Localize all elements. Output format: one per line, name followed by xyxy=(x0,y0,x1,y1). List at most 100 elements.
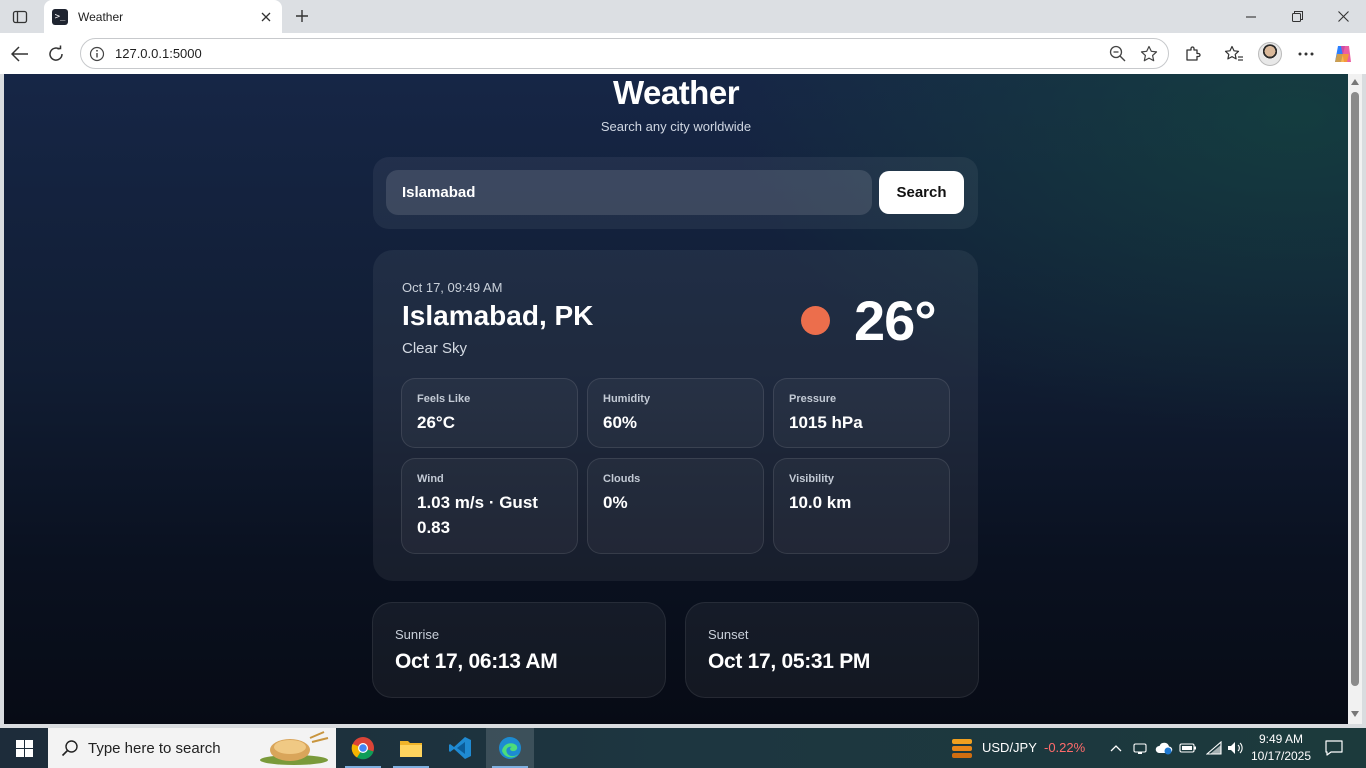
chrome-icon xyxy=(351,737,374,760)
clock-time: 9:49 AM xyxy=(1258,732,1304,746)
meet-now-tray-icon[interactable] xyxy=(1130,738,1150,758)
metric-value: 10.0 km xyxy=(789,493,852,512)
minimize-button[interactable] xyxy=(1228,0,1274,33)
sunset-time: Oct 17, 05:31 PM xyxy=(708,650,871,673)
metric-value: 1015 hPa xyxy=(789,413,863,432)
copilot-icon xyxy=(1335,46,1351,62)
minimize-icon xyxy=(1246,15,1256,18)
taskbar-file-explorer[interactable] xyxy=(387,728,435,768)
back-button[interactable] xyxy=(7,41,33,67)
taskbar-edge[interactable] xyxy=(486,728,534,768)
copilot-button[interactable] xyxy=(1330,41,1356,67)
observation-datetime: Oct 17, 09:49 AM xyxy=(402,280,503,295)
page-subtitle: Search any city worldwide xyxy=(600,119,752,134)
restore-button[interactable] xyxy=(1274,0,1320,33)
page-title: Weather xyxy=(612,74,740,111)
notifications-button[interactable] xyxy=(1323,738,1345,758)
taskbar-clock[interactable]: 9:49 AM 10/17/2025 xyxy=(1246,731,1316,765)
arrow-left-icon xyxy=(11,46,28,62)
taskbar-chrome[interactable] xyxy=(339,728,387,768)
vscode-icon xyxy=(449,737,471,759)
battery-icon xyxy=(1179,743,1196,753)
metric-label: Visibility xyxy=(789,473,835,485)
extensions-button[interactable] xyxy=(1180,41,1206,67)
address-bar[interactable]: 127.0.0.1:5000 xyxy=(80,38,1169,69)
url-text[interactable]: 127.0.0.1:5000 xyxy=(115,46,1104,61)
battery-tray-icon[interactable] xyxy=(1178,738,1198,758)
sidebar-layout-icon xyxy=(12,10,28,24)
camera-icon xyxy=(1133,743,1147,754)
browser-tab-bar: >_ Weather xyxy=(0,0,1366,33)
stock-widget-icon[interactable] xyxy=(950,736,974,760)
close-window-button[interactable] xyxy=(1320,0,1366,33)
more-horizontal-icon xyxy=(1298,52,1314,56)
windows-taskbar: Type here to search USD/JPY -0.22% 9:49 … xyxy=(0,728,1366,768)
wifi-icon xyxy=(1206,741,1222,755)
volume-tray-icon[interactable] xyxy=(1226,738,1246,758)
close-icon xyxy=(261,12,271,21)
chevron-up-icon xyxy=(1110,745,1122,752)
zoom-button[interactable] xyxy=(1104,41,1130,67)
current-weather-card: Oct 17, 09:49 AM Islamabad, PK Clear Sky… xyxy=(373,250,978,581)
taskbar-vscode[interactable] xyxy=(436,728,484,768)
bread-illustration-icon xyxy=(260,731,329,765)
metric-label: Humidity xyxy=(603,393,651,405)
triangle-up-icon xyxy=(1351,79,1359,85)
metric-label: Clouds xyxy=(603,473,641,485)
sunrise-time: Oct 17, 06:13 AM xyxy=(395,650,558,673)
scroll-thumb[interactable] xyxy=(1351,92,1359,686)
metric-feels-like: Feels Like 26°C xyxy=(401,378,578,448)
search-icon xyxy=(60,738,80,758)
onedrive-tray-icon[interactable] xyxy=(1154,738,1174,758)
weather-description: Clear Sky xyxy=(402,340,468,357)
metric-value: 0% xyxy=(603,493,628,512)
puzzle-icon xyxy=(1186,46,1201,61)
favorites-button[interactable] xyxy=(1221,41,1247,67)
refresh-icon xyxy=(49,45,63,61)
metric-clouds: Clouds 0% xyxy=(587,458,764,554)
ticker-name[interactable]: USD/JPY xyxy=(982,740,1037,755)
tab-actions-button[interactable] xyxy=(8,6,32,28)
close-icon xyxy=(1337,11,1349,22)
metric-label: Pressure xyxy=(789,393,837,405)
browser-toolbar: 127.0.0.1:5000 xyxy=(0,33,1366,74)
edge-icon xyxy=(499,737,521,759)
site-info-icon[interactable] xyxy=(89,46,105,62)
notification-icon xyxy=(1325,740,1343,756)
tab-close-button[interactable] xyxy=(258,9,274,25)
profile-avatar[interactable] xyxy=(1258,42,1282,66)
sunset-label: Sunset xyxy=(708,627,749,642)
browser-tab-weather[interactable]: >_ Weather xyxy=(44,0,282,33)
clock-date: 10/17/2025 xyxy=(1250,749,1312,763)
settings-menu-button[interactable] xyxy=(1293,41,1319,67)
triangle-down-icon xyxy=(1351,711,1359,717)
ticker-change[interactable]: -0.22% xyxy=(1044,740,1085,755)
favorite-button[interactable] xyxy=(1136,41,1162,67)
temperature: 26° xyxy=(854,289,937,352)
metric-humidity: Humidity 60% xyxy=(587,378,764,448)
refresh-button[interactable] xyxy=(43,41,69,67)
search-button[interactable]: Search xyxy=(879,171,964,214)
plus-icon xyxy=(296,10,308,22)
network-tray-icon[interactable] xyxy=(1204,738,1224,758)
taskbar-search-placeholder: Type here to search xyxy=(88,739,221,757)
start-button[interactable] xyxy=(0,728,48,768)
metric-visibility: Visibility 10.0 km xyxy=(773,458,950,554)
metric-label: Feels Like xyxy=(417,393,471,405)
page-scrollbar[interactable] xyxy=(1348,74,1362,724)
scroll-up-button[interactable] xyxy=(1351,78,1359,86)
new-tab-button[interactable] xyxy=(290,5,314,27)
search-card: Search xyxy=(373,157,978,229)
scroll-down-button[interactable] xyxy=(1351,710,1359,718)
taskbar-search-box[interactable]: Type here to search xyxy=(48,728,336,768)
city-name: Islamabad, PK xyxy=(402,300,594,331)
city-search-input[interactable] xyxy=(386,170,872,215)
cloud-sync-icon xyxy=(1155,742,1173,755)
speaker-icon xyxy=(1228,742,1243,754)
sunrise-card: Sunrise Oct 17, 06:13 AM xyxy=(372,602,666,698)
terminal-favicon-icon: >_ xyxy=(52,8,68,25)
show-hidden-icons-button[interactable] xyxy=(1106,738,1126,758)
metric-value: 1.03 m/s · Gust 0.83 xyxy=(417,493,538,537)
sunset-card: Sunset Oct 17, 05:31 PM xyxy=(685,602,979,698)
favorites-list-icon xyxy=(1224,45,1243,61)
